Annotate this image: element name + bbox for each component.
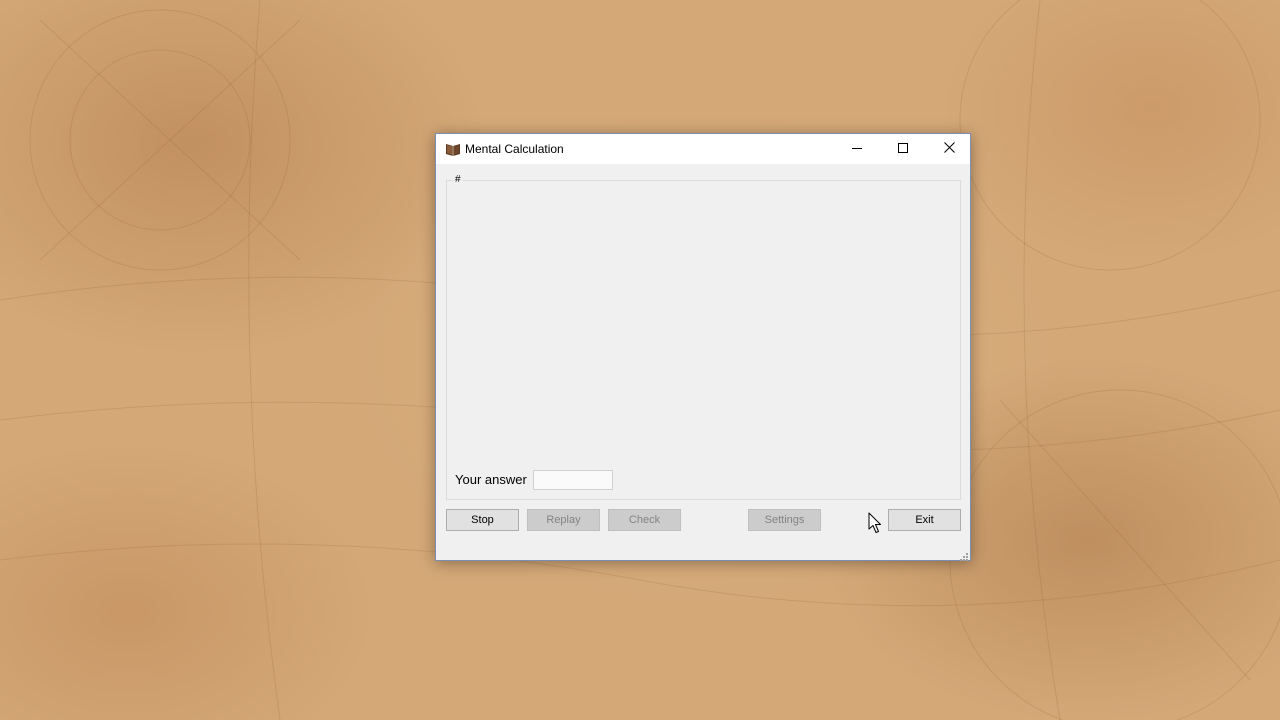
answer-label: Your answer bbox=[455, 472, 527, 487]
close-icon bbox=[943, 140, 955, 158]
resize-grip-icon[interactable] bbox=[958, 548, 968, 561]
exit-button[interactable]: Exit bbox=[888, 509, 961, 531]
close-button[interactable] bbox=[926, 134, 972, 164]
mouse-cursor-icon bbox=[868, 512, 882, 534]
group-label: # bbox=[453, 174, 463, 186]
replay-button[interactable]: Replay bbox=[527, 509, 600, 531]
settings-button[interactable]: Settings bbox=[748, 509, 821, 531]
minimize-button[interactable] bbox=[834, 134, 880, 164]
mental-calculation-window: Mental Calculation # Your answer Stop Re… bbox=[435, 133, 971, 561]
stop-button[interactable]: Stop bbox=[446, 509, 519, 531]
question-group-box bbox=[446, 180, 961, 500]
answer-input[interactable] bbox=[533, 470, 613, 490]
maximize-icon bbox=[898, 140, 908, 158]
book-icon bbox=[445, 142, 461, 156]
title-bar[interactable]: Mental Calculation bbox=[436, 134, 970, 164]
minimize-icon bbox=[852, 140, 862, 158]
maximize-button[interactable] bbox=[880, 134, 926, 164]
window-title: Mental Calculation bbox=[465, 142, 564, 156]
check-button[interactable]: Check bbox=[608, 509, 681, 531]
